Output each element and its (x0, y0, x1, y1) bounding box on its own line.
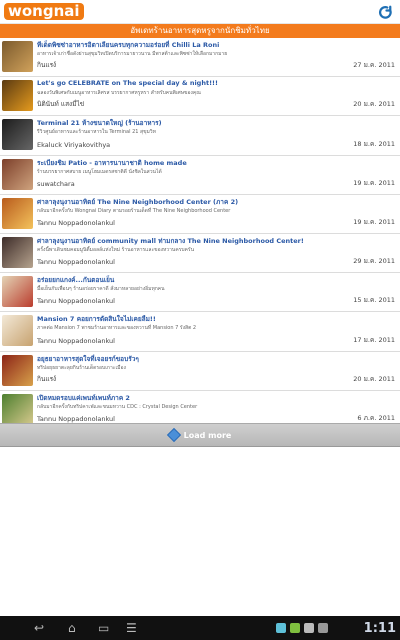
review-feed-list: ทีเด็ดพิซซ่าอาหารอิตาเลียนครบทุกความอร่อ… (0, 38, 400, 430)
feed-author: นิตินันท์ แสงมี่ไข่ (37, 100, 85, 109)
feed-title[interactable]: ศาลาลุงนุงานอาทิตย์ community mall ท่ามก… (37, 236, 396, 246)
feed-item[interactable]: Let's go CELEBRATE on The special day & … (0, 77, 400, 117)
feed-title[interactable]: ศาลาลุงนุงานอาทิตย์ The Nine Neighborhoo… (37, 197, 396, 207)
feed-date: 20 ม.ค. 2011 (353, 100, 395, 109)
load-more-diamond-icon (166, 427, 181, 443)
feed-date: 15 ม.ค. 2011 (353, 296, 395, 305)
wongnai-logo: wongnai (4, 3, 84, 20)
recent-apps-icon[interactable]: ▭ (98, 622, 109, 634)
feed-date: 27 ม.ค. 2011 (353, 61, 395, 70)
feed-author: Tannu Noppadonolankul (37, 414, 115, 423)
feed-item[interactable]: ระเบียงชิม Patio - อาหารนานาชาติ home ma… (0, 155, 400, 195)
feed-author: Tannu Noppadonolankul (37, 297, 115, 306)
feed-item[interactable]: ทีเด็ดพิซซ่าอาหารอิตาเลียนครบทุกความอร่อ… (0, 38, 400, 78)
app-header: wongnai (0, 0, 400, 24)
feed-description: ทริปอยุธยาตะลุยกินร้านเด็ดรอบเกาะเมือง (37, 364, 126, 371)
promo-banner[interactable]: อัพเดทร้านอาหารสุดหรูจากนักชิมทั่วไทย (0, 24, 400, 38)
feed-author: Tannu Noppadonolankul (37, 258, 115, 267)
feed-description: อาหารเจ้าเก่าชื่อดังย่านสุขุมวิทเปิดบริก… (37, 51, 228, 57)
feed-author: Tannu Noppadonolankul (37, 218, 115, 227)
refresh-icon[interactable] (376, 3, 394, 21)
feed-author: Ekaluck Viriyakovithya (37, 140, 111, 149)
feed-description: ครั้งนี้พาเดินชมคอมมูนิตี้มอลล์แห่งใหม่ … (37, 246, 194, 253)
feed-description: ร้านบรรยากาศสบาย เมนูโฮมเมดรสชาติดี นั่ง… (37, 168, 162, 175)
feed-date: 6 ภ.ค. 2011 (357, 413, 395, 422)
menu-icon[interactable]: ☰ (126, 622, 137, 634)
feed-title[interactable]: ทีเด็ดพิซซ่าอาหารอิตาเลียนครบทุกความอร่อ… (37, 40, 396, 50)
feed-thumbnail[interactable] (2, 80, 33, 112)
feed-author: Tannu Noppadonolankul (37, 336, 115, 345)
feed-thumbnail[interactable] (2, 41, 33, 72)
back-arrow-icon[interactable]: ↩ (34, 622, 44, 634)
feed-thumbnail[interactable] (2, 315, 33, 347)
feed-description: ภาคต่อ Mansion 7 พาชมร้านอาหารและของหวาน… (37, 325, 197, 332)
feed-description: รีวิวศูนย์อาหารและร้านอาหารใน Terminal 2… (37, 129, 156, 136)
feed-item[interactable]: อยุธยาอาหารสุดใจที่เจอยรก์ขอบรัวๆ ทริปอย… (0, 351, 400, 391)
feed-date: 18 ม.ค. 2011 (353, 139, 395, 148)
feed-date: 17 ม.ค. 2011 (353, 335, 395, 344)
feed-thumbnail[interactable] (2, 197, 33, 229)
feed-title[interactable]: ระเบียงชิม Patio - อาหารนานาชาติ home ma… (37, 158, 396, 168)
feed-thumbnail[interactable] (2, 119, 33, 151)
notification-icons (276, 623, 328, 633)
app-root: wongnai อัพเดทร้านอาหารสุดหรูจากนักชิมทั… (0, 0, 400, 640)
status-time: 1:11 (363, 621, 396, 636)
feed-description: ฉลองวันพิเศษกับเมนูอาหารเลิศรส บรรยากาศห… (37, 90, 201, 97)
feed-title[interactable]: อร่อยยกแกงค์...กันตอนเย็น (37, 275, 396, 285)
feed-date: 19 ม.ค. 2011 (353, 217, 395, 226)
feed-author: กินแรง์ (37, 374, 57, 383)
home-icon[interactable]: ⌂ (68, 622, 76, 634)
feed-thumbnail[interactable] (2, 158, 33, 190)
feed-date: 29 ม.ค. 2011 (353, 257, 395, 266)
logo-text: wongnai (4, 3, 84, 20)
feed-item[interactable]: อร่อยยกแกงค์...กันตอนเย็น มื้อเย็นกับเพื… (0, 273, 400, 313)
feed-title[interactable]: Terminal 21 ห้างขนาดใหญ่ (ร้านอาหาร) (37, 118, 396, 128)
feed-thumbnail[interactable] (2, 276, 33, 308)
feed-author: suwatchara (37, 179, 75, 188)
load-more-button[interactable]: Load more (0, 423, 400, 447)
feed-item[interactable]: ศาลาลุงนุงานอาทิตย์ The Nine Neighborhoo… (0, 194, 400, 234)
feed-item[interactable]: Terminal 21 ห้างขนาดใหญ่ (ร้านอาหาร) รีว… (0, 116, 400, 156)
usb-icon (304, 623, 314, 633)
feed-thumbnail[interactable] (2, 354, 33, 386)
mail-icon (318, 623, 328, 633)
feed-date: 19 ม.ค. 2011 (353, 178, 395, 187)
feed-thumbnail[interactable] (2, 236, 33, 268)
android-icon (290, 623, 300, 633)
wifi-icon (276, 623, 286, 633)
feed-description: มื้อเย็นกับเพื่อนๆ ร้านอร่อยราคาดี สั่งม… (37, 286, 165, 293)
feed-item[interactable]: Mansion 7 คอยการตัดสินใจไม่เคยลืม!! ภาคต… (0, 312, 400, 352)
feed-date: 20 ม.ค. 2011 (353, 374, 395, 383)
feed-item[interactable]: ศาลาลุงนุงานอาทิตย์ community mall ท่ามก… (0, 233, 400, 274)
feed-thumbnail[interactable] (2, 393, 33, 425)
feed-title[interactable]: เปิดหมดรอบแค่เพนท์เพนท์ภาค 2 (37, 393, 396, 403)
feed-title[interactable]: Mansion 7 คอยการตัดสินใจไม่เคยลืม!! (37, 314, 396, 324)
feed-description: กลับมาอีกครั้งกับ Wongnai Diary ตามรอยร้… (37, 207, 231, 214)
feed-author: กินแรง์ (37, 61, 57, 70)
feed-title[interactable]: Let's go CELEBRATE on The special day & … (37, 79, 396, 87)
android-navigation-bar: ↩ ⌂ ▭ ☰ 1:11 (0, 616, 400, 640)
feed-description: กลับมาอีกครั้งกับทริปคาเฟ่และขนมหวาน CDC… (37, 403, 198, 410)
load-more-label: Load more (183, 430, 232, 440)
feed-title[interactable]: อยุธยาอาหารสุดใจที่เจอยรก์ขอบรัวๆ (37, 354, 396, 364)
